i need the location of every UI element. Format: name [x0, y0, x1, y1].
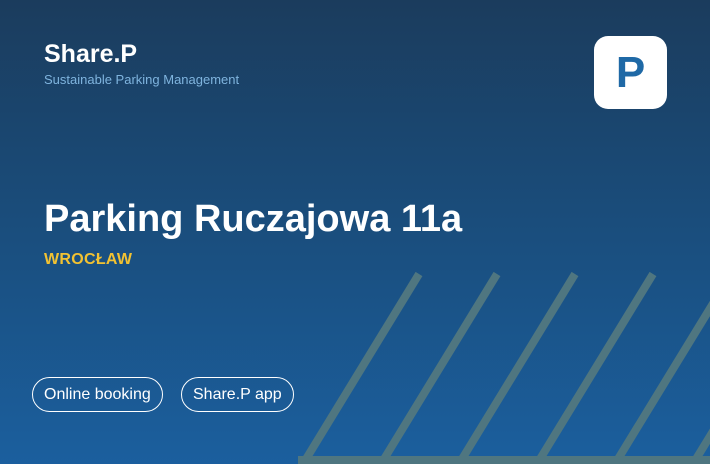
parking-p-icon: P	[594, 36, 667, 109]
parking-title: Parking Ruczajowa 11a	[44, 198, 463, 240]
brand-name: Share.P	[44, 40, 138, 68]
online-booking-link[interactable]: Online booking	[32, 377, 163, 412]
brand-tagline: Sustainable Parking Management	[44, 72, 240, 87]
parking-card: Share.P Sustainable Parking Management P…	[0, 0, 710, 464]
parking-stripe	[611, 300, 710, 464]
logo-letter: P	[615, 47, 646, 97]
city-label: WROCŁAW	[44, 251, 133, 268]
sharep-app-link[interactable]: Share.P app	[181, 377, 294, 412]
parking-stripe	[689, 428, 710, 464]
brand-block: Share.P Sustainable Parking Management	[44, 39, 239, 88]
